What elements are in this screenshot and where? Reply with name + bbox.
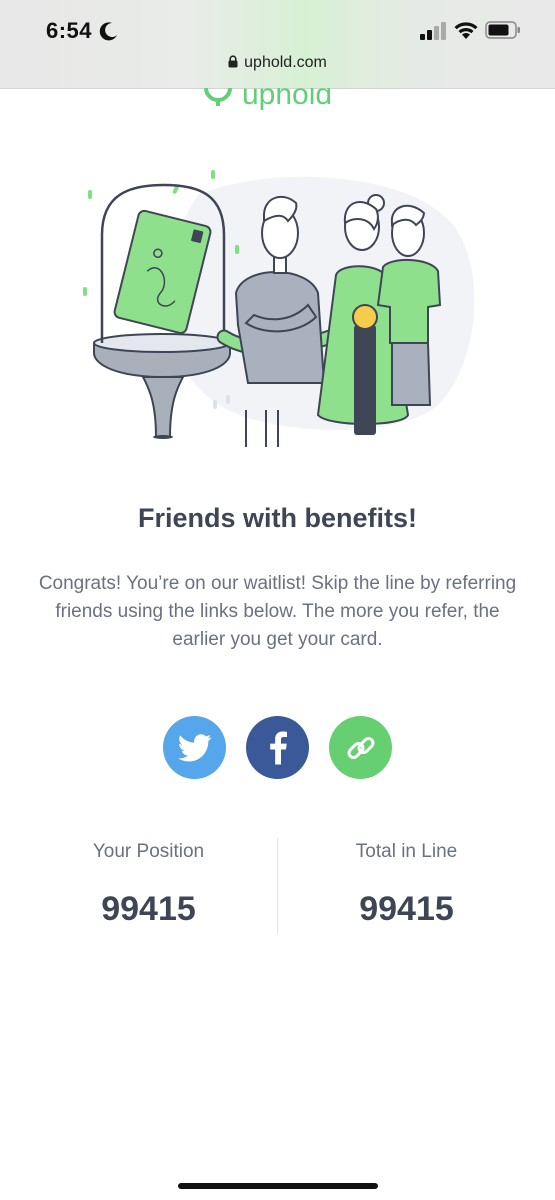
cellular-signal-icon [420, 22, 446, 40]
waitlist-stats: Your Position 99415 Total in Line 99415 [20, 838, 535, 934]
moon-icon [99, 22, 117, 41]
page-title: Friends with benefits! [137, 503, 418, 533]
total-in-line-value: 99415 [359, 890, 454, 928]
twitter-share-button[interactable] [163, 716, 226, 779]
home-indicator[interactable] [178, 1183, 378, 1189]
screen: 6:54 uphold.com uphold Friends with bene… [0, 0, 555, 1200]
facebook-share-button[interactable] [246, 716, 309, 779]
address-bar[interactable]: uphold.com [0, 54, 555, 78]
wifi-icon [454, 22, 478, 39]
facebook-icon [269, 731, 287, 764]
twitter-icon [177, 733, 211, 761]
clock-time: 6:54 [46, 18, 93, 43]
your-position-stat: Your Position 99415 [20, 838, 277, 929]
lock-icon [228, 55, 238, 68]
uphold-logo[interactable]: uphold [200, 88, 360, 110]
battery-icon [485, 21, 520, 39]
share-buttons [163, 716, 393, 780]
your-position-label: Your Position [92, 841, 205, 862]
url-text: uphold.com [244, 54, 327, 71]
total-in-line-label: Total in Line [355, 841, 458, 862]
waitlist-illustration [83, 170, 475, 447]
logo-wordmark: uphold [242, 88, 332, 110]
waitlist-description: Congrats! You’re on our waitlist! Skip t… [38, 573, 517, 650]
copy-link-button[interactable] [329, 716, 392, 779]
link-icon [347, 736, 374, 759]
uphold-logo-mark: uphold [204, 88, 332, 110]
total-in-line-stat: Total in Line 99415 [278, 838, 535, 929]
browser-status-bar: 6:54 uphold.com [0, 0, 555, 89]
your-position-value: 99415 [101, 890, 196, 928]
